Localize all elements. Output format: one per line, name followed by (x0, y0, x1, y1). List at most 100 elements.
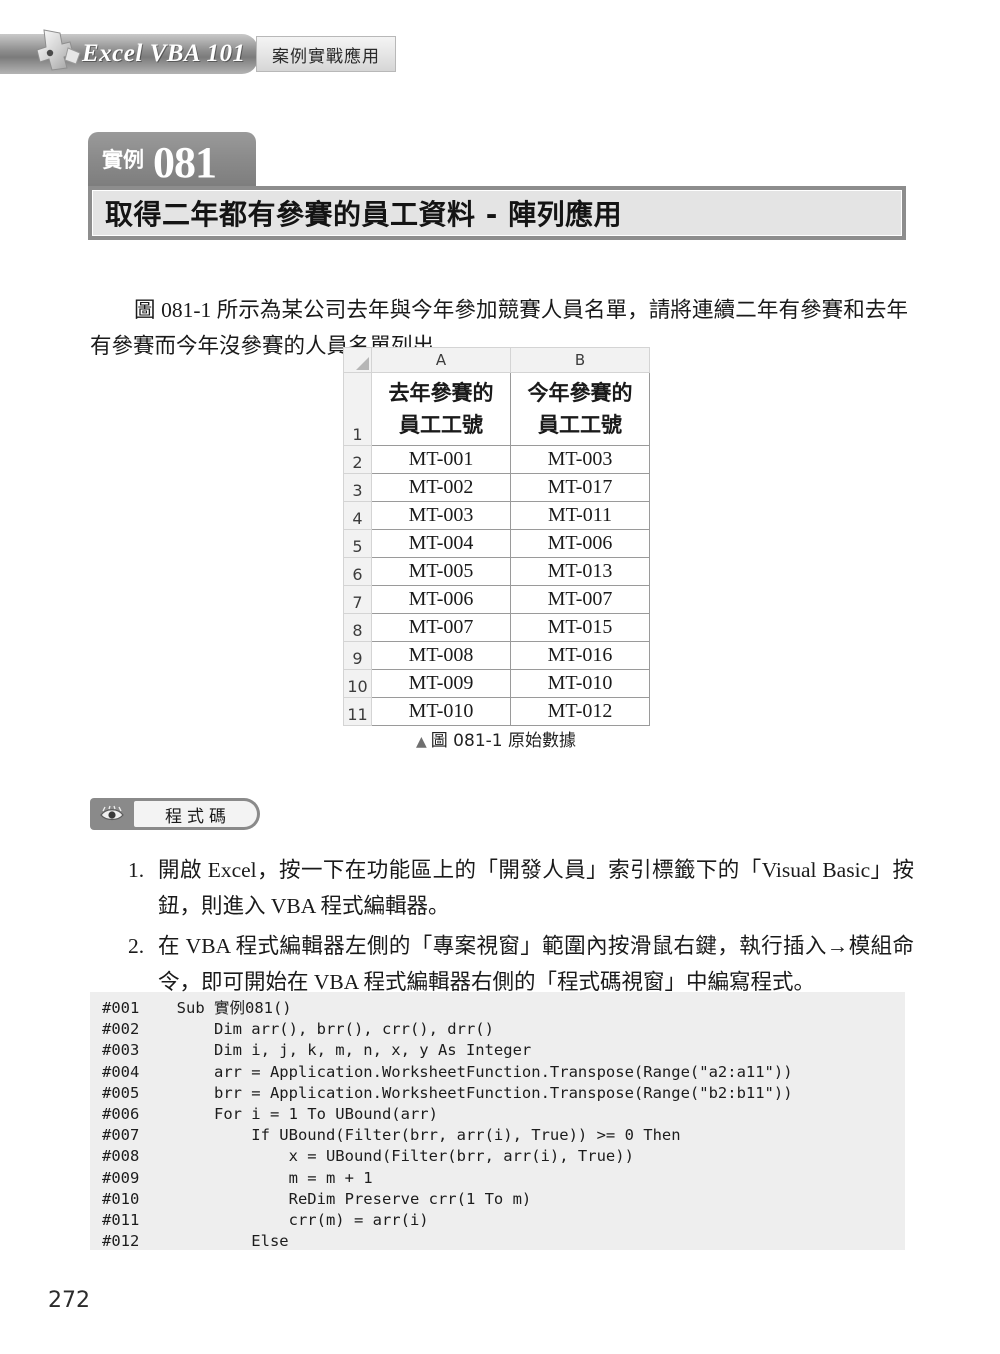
step-text: 開啟 Excel，按一下在功能區上的「開發人員」索引標籤下的「Visual Ba… (158, 858, 914, 918)
header-subtitle: 案例實戰應用 (272, 46, 380, 67)
page-number: 272 (48, 1288, 90, 1313)
code-line-text: Dim i, j, k, m, n, x, y As Integer (139, 1041, 532, 1060)
steps-list: 1. 開啟 Excel，按一下在功能區上的「開發人員」索引標籤下的「Visual… (128, 852, 914, 1004)
code-line: #011 crr(m) = arr(i) (90, 1210, 905, 1231)
page-title: 取得二年都有參賽的員工資料 - 陣列應用 (105, 198, 623, 231)
row-header-11[interactable]: 11 (343, 697, 372, 726)
table-row: 7 MT-006 MT-007 (343, 585, 650, 614)
cell-b7[interactable]: MT-007 (510, 585, 650, 614)
example-badge-number: 081 (153, 138, 217, 187)
row-header-1[interactable]: 1 (343, 372, 372, 446)
cell-a3[interactable]: MT-002 (371, 473, 511, 502)
code-line-number: #012 (102, 1232, 140, 1251)
table-row: 3 MT-002 MT-017 (343, 473, 650, 502)
row-header-9[interactable]: 9 (343, 641, 372, 670)
excel-table: A B 1 去年參賽的 員工工號 今年參賽的 員工工號 2 MT-001 MT-… (343, 347, 650, 726)
row-header-7[interactable]: 7 (343, 585, 372, 614)
cell-b1-line1: 今年參賽的 (527, 381, 633, 405)
code-line-text: Else (139, 1232, 289, 1251)
code-line-text: x = UBound(Filter(brr, arr(i), True)) (139, 1147, 634, 1166)
step-text: 在 VBA 程式編輯器左側的「專案視窗」範圍內按滑鼠右鍵，執行插入→模組命令，即… (158, 934, 914, 994)
code-line-text: crr(m) = arr(i) (139, 1211, 429, 1230)
code-line: #001 Sub 實例081() (90, 998, 905, 1019)
example-title-bar-inner: 取得二年都有參賽的員工資料 - 陣列應用 (92, 190, 902, 236)
code-line-number: #011 (102, 1211, 140, 1230)
code-line-number: #004 (102, 1062, 140, 1081)
row-header-5[interactable]: 5 (343, 529, 372, 558)
cell-b9[interactable]: MT-016 (510, 641, 650, 670)
row-header-8[interactable]: 8 (343, 613, 372, 642)
example-badge: 實例 081 (88, 132, 256, 188)
code-line-text: brr = Application.WorksheetFunction.Tran… (139, 1083, 793, 1102)
table-row: 1 去年參賽的 員工工號 今年參賽的 員工工號 (343, 372, 650, 446)
cell-a8[interactable]: MT-007 (371, 613, 511, 642)
table-row: 9 MT-008 MT-016 (343, 641, 650, 670)
cell-b1[interactable]: 今年參賽的 員工工號 (510, 372, 650, 446)
cell-a11[interactable]: MT-010 (371, 697, 511, 726)
section-tag-box: 程式碼 (134, 801, 257, 827)
code-line: #008 x = UBound(Filter(brr, arr(i), True… (90, 1146, 905, 1167)
row-header-10[interactable]: 10 (343, 669, 372, 698)
code-line: #004 arr = Application.WorksheetFunction… (90, 1062, 905, 1083)
cell-b8[interactable]: MT-015 (510, 613, 650, 642)
header-title: Excel VBA 101 (82, 40, 246, 67)
cell-a5[interactable]: MT-004 (371, 529, 511, 558)
step-number: 1. (128, 858, 145, 882)
cell-a4[interactable]: MT-003 (371, 501, 511, 530)
eye-icon (90, 798, 134, 830)
puzzle-piece-icon (36, 29, 81, 71)
example-title-block: 實例 081 取得二年都有參賽的員工資料 - 陣列應用 (88, 132, 906, 240)
cell-b11[interactable]: MT-012 (510, 697, 650, 726)
column-header-b[interactable]: B (510, 347, 650, 373)
section-tag-code: 程式碼 (90, 798, 260, 830)
column-header-a[interactable]: A (371, 347, 511, 373)
row-header-3[interactable]: 3 (343, 473, 372, 502)
cell-b6[interactable]: MT-013 (510, 557, 650, 586)
code-line-number: #005 (102, 1083, 140, 1102)
cell-a9[interactable]: MT-008 (371, 641, 511, 670)
cell-a2[interactable]: MT-001 (371, 445, 511, 474)
code-line: #007 If UBound(Filter(brr, arr(i), True)… (90, 1125, 905, 1146)
cell-a7[interactable]: MT-006 (371, 585, 511, 614)
figure-caption: ▲ 圖 081-1 原始數據 (343, 726, 649, 751)
code-line: #003 Dim i, j, k, m, n, x, y As Integer (90, 1040, 905, 1061)
table-row: 2 MT-001 MT-003 (343, 445, 650, 474)
table-row: 11 MT-010 MT-012 (343, 697, 650, 726)
cell-a1-line2: 員工工號 (399, 413, 483, 437)
code-line: #012 Else (90, 1231, 905, 1252)
code-line-text: If UBound(Filter(brr, arr(i), True)) >= … (139, 1126, 681, 1145)
cell-a1-line1: 去年參賽的 (388, 381, 494, 405)
header-subtitle-box: 案例實戰應用 (256, 36, 396, 72)
corner-triangle (356, 357, 369, 370)
excel-figure: A B 1 去年參賽的 員工工號 今年參賽的 員工工號 2 MT-001 MT-… (343, 347, 650, 726)
cell-a6[interactable]: MT-005 (371, 557, 511, 586)
list-item: 1. 開啟 Excel，按一下在功能區上的「開發人員」索引標籤下的「Visual… (128, 852, 914, 924)
select-all-corner-icon[interactable] (343, 347, 372, 373)
code-line-text: Sub 實例081() (139, 999, 292, 1017)
cell-b4[interactable]: MT-011 (510, 501, 650, 530)
code-block: #001 Sub 實例081() #002 Dim arr(), brr(), … (90, 992, 905, 1250)
code-line-text: For i = 1 To UBound(arr) (139, 1105, 438, 1124)
section-tag-label: 程式碼 (165, 806, 231, 827)
example-title-bar: 取得二年都有參賽的員工資料 - 陣列應用 (88, 186, 906, 240)
cell-a1[interactable]: 去年參賽的 員工工號 (371, 372, 511, 446)
table-row: 8 MT-007 MT-015 (343, 613, 650, 642)
code-line: #005 brr = Application.WorksheetFunction… (90, 1083, 905, 1104)
code-line-text: m = m + 1 (139, 1168, 373, 1187)
cell-b10[interactable]: MT-010 (510, 669, 650, 698)
code-line-text: ReDim Preserve crr(1 To m) (139, 1189, 532, 1208)
code-line-number: #007 (102, 1126, 140, 1145)
cell-b3[interactable]: MT-017 (510, 473, 650, 502)
row-header-4[interactable]: 4 (343, 501, 372, 530)
cell-b5[interactable]: MT-006 (510, 529, 650, 558)
excel-table-body: 1 去年參賽的 員工工號 今年參賽的 員工工號 2 MT-001 MT-003 … (343, 372, 650, 726)
cell-a10[interactable]: MT-009 (371, 669, 511, 698)
table-row: 5 MT-004 MT-006 (343, 529, 650, 558)
code-line-number: #006 (102, 1105, 140, 1124)
table-row: 10 MT-009 MT-010 (343, 669, 650, 698)
page-header: Excel VBA 101 案例實戰應用 (0, 29, 400, 74)
cell-b2[interactable]: MT-003 (510, 445, 650, 474)
row-header-6[interactable]: 6 (343, 557, 372, 586)
row-header-2[interactable]: 2 (343, 445, 372, 474)
figure-caption-text: 圖 081-1 原始數據 (430, 731, 576, 751)
